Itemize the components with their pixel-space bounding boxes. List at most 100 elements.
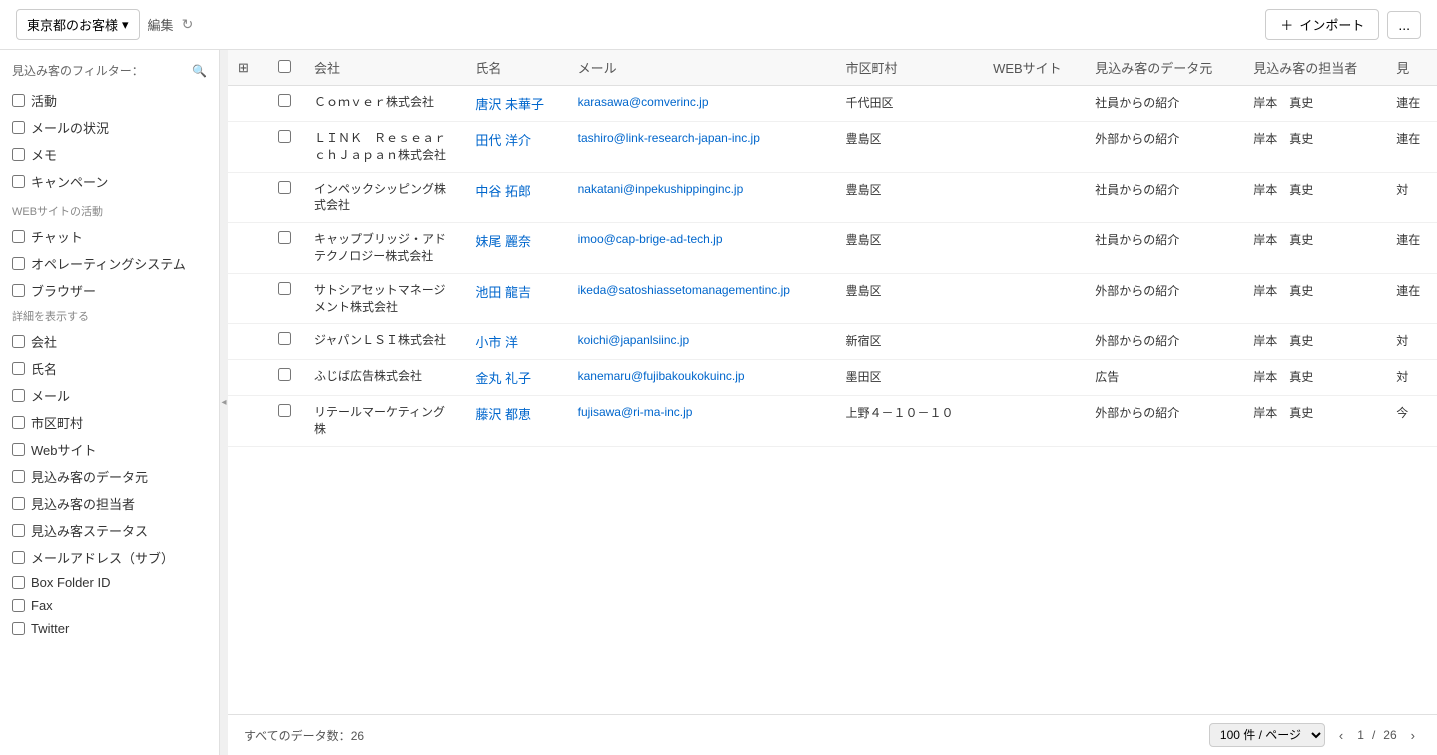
edit-button[interactable]: 編集 xyxy=(148,15,174,34)
row-email-5[interactable]: koichi@japanlsiinc.jp xyxy=(568,324,836,360)
row-name-5[interactable]: 小市 洋 xyxy=(465,324,567,360)
col-email[interactable]: メール xyxy=(568,50,836,86)
row-expand-5[interactable] xyxy=(228,324,268,360)
filter-chat-checkbox[interactable] xyxy=(12,230,25,243)
row-email-7[interactable]: fujisawa@ri-ma-inc.jp xyxy=(568,396,836,447)
row-name-link-2[interactable]: 中谷 拓郎 xyxy=(475,184,531,199)
filter-activity-checkbox[interactable] xyxy=(12,94,25,107)
row-expand-7[interactable] xyxy=(228,396,268,447)
filter-chat[interactable]: チャット xyxy=(0,223,219,250)
import-button[interactable]: ＋ インポート xyxy=(1265,9,1379,40)
row-email-link-5[interactable]: koichi@japanlsiinc.jp xyxy=(578,333,690,347)
filter-city-checkbox[interactable] xyxy=(12,416,25,429)
row-select-checkbox-4[interactable] xyxy=(278,282,291,295)
row-name-4[interactable]: 池田 龍吉 xyxy=(465,273,567,324)
row-name-7[interactable]: 藤沢 都恵 xyxy=(465,396,567,447)
more-button[interactable]: ... xyxy=(1387,11,1421,39)
filter-website-checkbox[interactable] xyxy=(12,443,25,456)
row-checkbox-0[interactable] xyxy=(268,86,304,122)
row-expand-4[interactable] xyxy=(228,273,268,324)
col-source[interactable]: 見込み客のデータ元 xyxy=(1085,50,1243,86)
filter-email-checkbox[interactable] xyxy=(12,389,25,402)
sidebar-toggle[interactable]: ◂ xyxy=(220,50,228,755)
filter-lead-status-checkbox[interactable] xyxy=(12,524,25,537)
row-select-checkbox-6[interactable] xyxy=(278,368,291,381)
filter-company-checkbox[interactable] xyxy=(12,335,25,348)
filter-city[interactable]: 市区町村 xyxy=(0,409,219,436)
filter-memo-checkbox[interactable] xyxy=(12,148,25,161)
col-checkbox[interactable] xyxy=(268,50,304,86)
col-status[interactable]: 見 xyxy=(1386,50,1437,86)
filter-website[interactable]: Webサイト xyxy=(0,436,219,463)
row-name-0[interactable]: 唐沢 未華子 xyxy=(465,86,567,122)
row-name-link-1[interactable]: 田代 洋介 xyxy=(475,133,531,148)
row-checkbox-3[interactable] xyxy=(268,223,304,274)
row-email-2[interactable]: nakatani@inpekushippinginc.jp xyxy=(568,172,836,223)
row-email-link-3[interactable]: imoo@cap-brige-ad-tech.jp xyxy=(578,232,723,246)
filter-lead-status[interactable]: 見込み客ステータス xyxy=(0,517,219,544)
filter-os[interactable]: オペレーティングシステム xyxy=(0,250,219,277)
row-expand-0[interactable] xyxy=(228,86,268,122)
row-email-link-7[interactable]: fujisawa@ri-ma-inc.jp xyxy=(578,405,693,419)
filter-browser-checkbox[interactable] xyxy=(12,284,25,297)
segment-button[interactable]: 東京都のお客様 ▾ xyxy=(16,9,140,40)
filter-box-folder[interactable]: Box Folder ID xyxy=(0,571,219,594)
row-checkbox-7[interactable] xyxy=(268,396,304,447)
filter-sub-email-checkbox[interactable] xyxy=(12,551,25,564)
row-name-2[interactable]: 中谷 拓郎 xyxy=(465,172,567,223)
search-icon[interactable]: 🔍 xyxy=(192,64,207,78)
col-name[interactable]: 氏名 xyxy=(465,50,567,86)
filter-assignee[interactable]: 見込み客の担当者 xyxy=(0,490,219,517)
refresh-icon[interactable]: ↻ xyxy=(182,16,194,33)
filter-fax-checkbox[interactable] xyxy=(12,599,25,612)
filter-email-status-checkbox[interactable] xyxy=(12,121,25,134)
row-email-4[interactable]: ikeda@satoshiassetomanagementinc.jp xyxy=(568,273,836,324)
col-assignee[interactable]: 見込み客の担当者 xyxy=(1243,50,1386,86)
filter-source[interactable]: 見込み客のデータ元 xyxy=(0,463,219,490)
row-name-link-7[interactable]: 藤沢 都恵 xyxy=(475,407,531,422)
filter-activity[interactable]: 活動 xyxy=(0,87,219,114)
prev-page-button[interactable]: ‹ xyxy=(1333,726,1349,745)
row-expand-2[interactable] xyxy=(228,172,268,223)
filter-twitter[interactable]: Twitter xyxy=(0,617,219,640)
filter-memo[interactable]: メモ xyxy=(0,141,219,168)
row-expand-3[interactable] xyxy=(228,223,268,274)
row-select-checkbox-7[interactable] xyxy=(278,404,291,417)
row-name-3[interactable]: 妹尾 麗奈 xyxy=(465,223,567,274)
expand-icon[interactable]: ⊞ xyxy=(238,60,249,75)
next-page-button[interactable]: › xyxy=(1405,726,1421,745)
row-name-link-5[interactable]: 小市 洋 xyxy=(475,335,518,350)
filter-box-folder-checkbox[interactable] xyxy=(12,576,25,589)
filter-source-checkbox[interactable] xyxy=(12,470,25,483)
row-email-link-1[interactable]: tashiro@link-research-japan-inc.jp xyxy=(578,131,760,145)
row-select-checkbox-1[interactable] xyxy=(278,130,291,143)
filter-email-status[interactable]: メールの状況 xyxy=(0,114,219,141)
row-name-link-4[interactable]: 池田 龍吉 xyxy=(475,285,531,300)
col-city[interactable]: 市区町村 xyxy=(835,50,983,86)
filter-os-checkbox[interactable] xyxy=(12,257,25,270)
row-name-6[interactable]: 金丸 礼子 xyxy=(465,360,567,396)
filter-name[interactable]: 氏名 xyxy=(0,355,219,382)
row-select-checkbox-5[interactable] xyxy=(278,332,291,345)
filter-campaign[interactable]: キャンペーン xyxy=(0,168,219,195)
col-expand[interactable]: ⊞ xyxy=(228,50,268,86)
row-name-link-0[interactable]: 唐沢 未華子 xyxy=(475,97,544,112)
row-checkbox-5[interactable] xyxy=(268,324,304,360)
filter-sub-email[interactable]: メールアドレス（サブ） xyxy=(0,544,219,571)
row-email-0[interactable]: karasawa@comverinc.jp xyxy=(568,86,836,122)
filter-fax[interactable]: Fax xyxy=(0,594,219,617)
row-name-1[interactable]: 田代 洋介 xyxy=(465,122,567,173)
filter-company[interactable]: 会社 xyxy=(0,328,219,355)
row-name-link-3[interactable]: 妹尾 麗奈 xyxy=(475,234,531,249)
row-checkbox-1[interactable] xyxy=(268,122,304,173)
row-email-3[interactable]: imoo@cap-brige-ad-tech.jp xyxy=(568,223,836,274)
row-select-checkbox-2[interactable] xyxy=(278,181,291,194)
col-company[interactable]: 会社 xyxy=(304,50,465,86)
row-email-6[interactable]: kanemaru@fujibakoukokuinc.jp xyxy=(568,360,836,396)
filter-name-checkbox[interactable] xyxy=(12,362,25,375)
row-expand-1[interactable] xyxy=(228,122,268,173)
row-email-1[interactable]: tashiro@link-research-japan-inc.jp xyxy=(568,122,836,173)
row-email-link-0[interactable]: karasawa@comverinc.jp xyxy=(578,95,709,109)
row-email-link-2[interactable]: nakatani@inpekushippinginc.jp xyxy=(578,182,744,196)
row-checkbox-4[interactable] xyxy=(268,273,304,324)
